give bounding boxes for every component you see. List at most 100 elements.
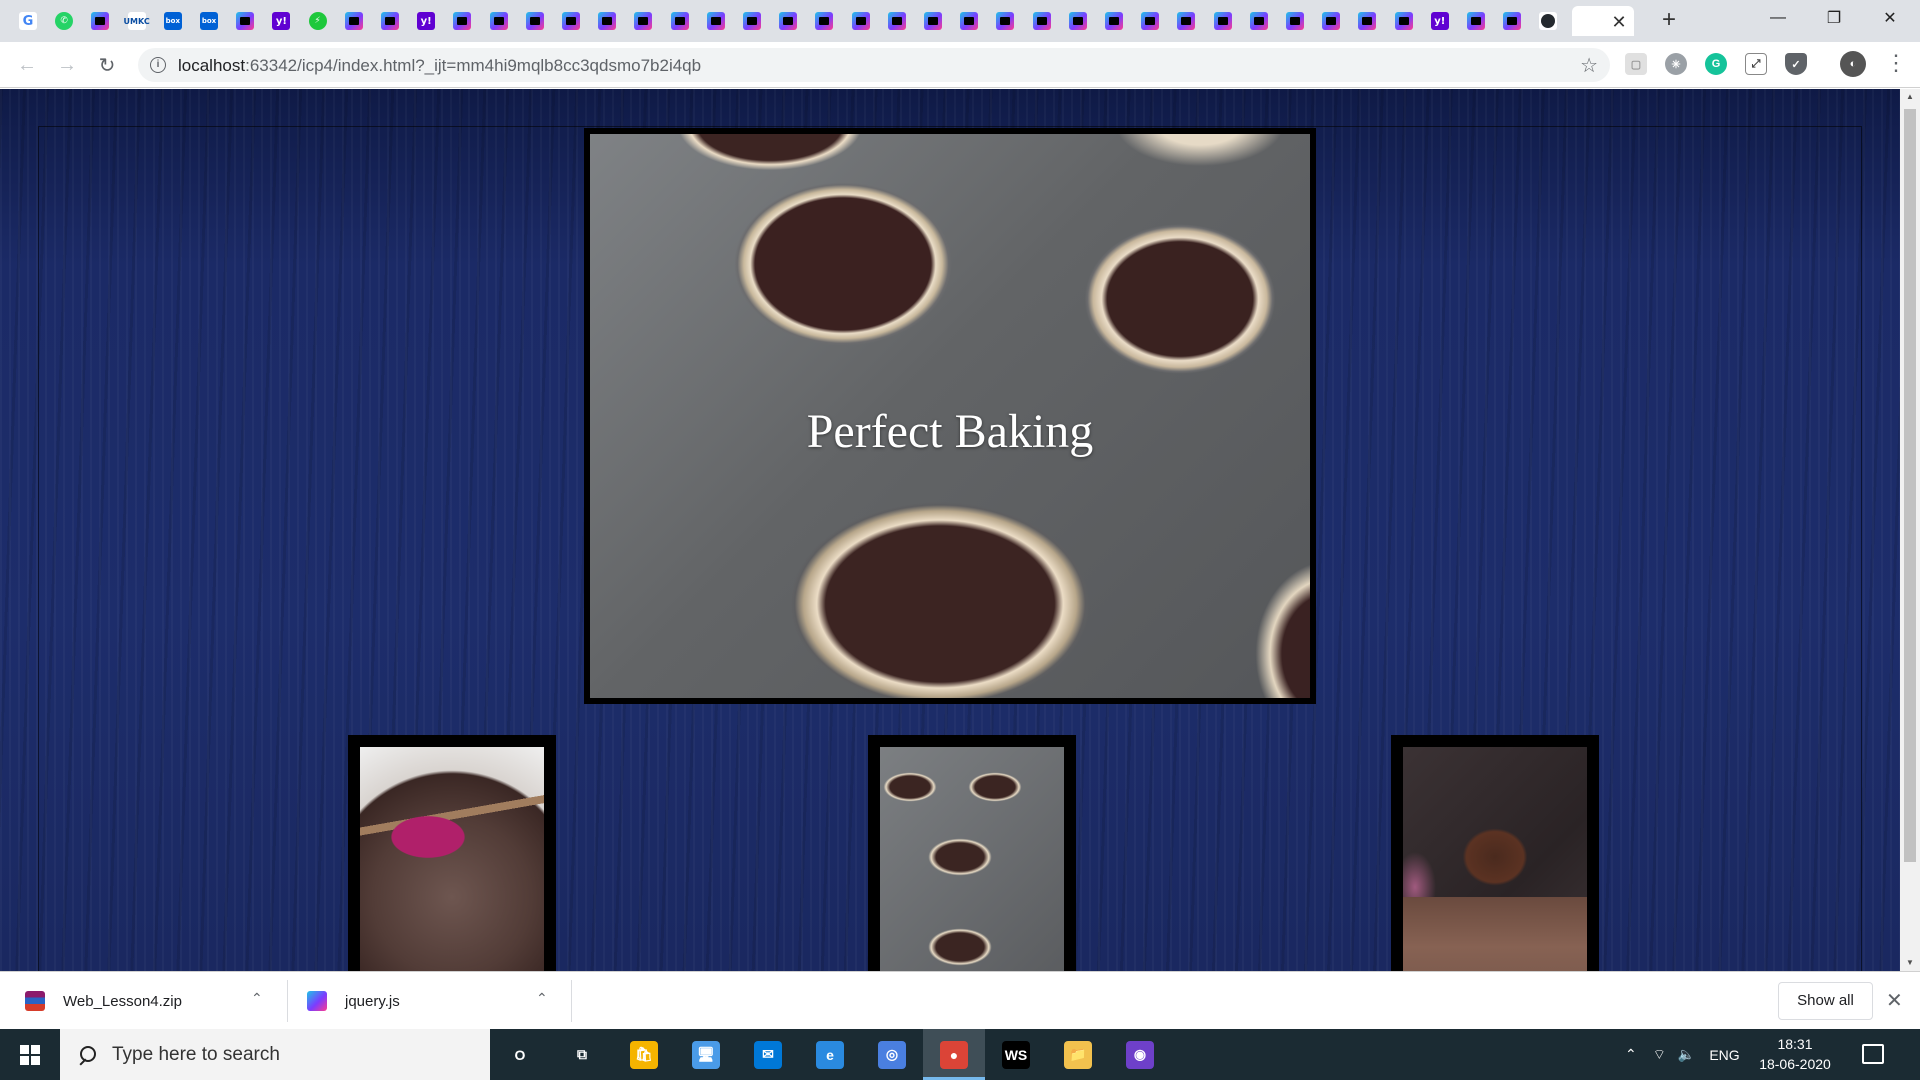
restore-button[interactable]: ❐	[1806, 0, 1862, 36]
webstorm-icon	[1177, 12, 1196, 30]
browser-tab[interactable]: ⚡	[303, 6, 333, 36]
taskbar-app[interactable]: ✉	[737, 1029, 799, 1080]
browser-tab[interactable]	[1063, 6, 1093, 36]
scroll-down-icon[interactable]: ▼	[1900, 955, 1920, 971]
box-icon: box	[163, 12, 182, 30]
browser-tab[interactable]: box	[194, 6, 224, 36]
forward-button[interactable]: →	[52, 50, 82, 80]
show-all-button[interactable]: Show all	[1778, 982, 1873, 1020]
scroll-thumb[interactable]	[1904, 109, 1916, 862]
pocket-icon[interactable]: ▢	[1625, 53, 1647, 75]
scroll-up-icon[interactable]: ▲	[1900, 89, 1920, 105]
action-center-icon[interactable]	[1862, 1044, 1884, 1064]
browser-tab[interactable]	[1099, 6, 1129, 36]
browser-tab[interactable]	[1280, 6, 1310, 36]
browser-tab[interactable]	[918, 6, 948, 36]
browser-tab[interactable]	[556, 6, 586, 36]
bookmark-star-icon[interactable]: ☆	[1580, 53, 1598, 78]
close-tab-icon[interactable]: ✕	[1607, 10, 1631, 34]
thumbnail-cupcake-tin[interactable]	[868, 735, 1076, 971]
browser-tab[interactable]	[846, 6, 876, 36]
taskbar-app[interactable]: 📁	[1047, 1029, 1109, 1080]
browser-tab[interactable]	[628, 6, 658, 36]
close-window-button[interactable]: ✕	[1862, 0, 1918, 36]
browser-menu-icon[interactable]: ⋮	[1885, 50, 1907, 76]
taskbar-app[interactable]: O	[489, 1029, 551, 1080]
browser-tab[interactable]: G	[13, 6, 43, 36]
browser-tab[interactable]	[1171, 6, 1201, 36]
browser-tab[interactable]	[1244, 6, 1274, 36]
browser-tab[interactable]	[230, 6, 260, 36]
taskbar-app[interactable]: ⧉	[551, 1029, 613, 1080]
browser-tab[interactable]	[1389, 6, 1419, 36]
new-tab-button[interactable]: +	[1655, 6, 1683, 34]
extension-icon[interactable]: ✳	[1665, 53, 1687, 75]
browser-tab[interactable]	[520, 6, 550, 36]
webstorm-icon	[1394, 12, 1413, 30]
browser-tab[interactable]	[737, 6, 767, 36]
browser-tab[interactable]	[1461, 6, 1491, 36]
reload-button[interactable]: ↻	[92, 50, 122, 80]
close-shelf-icon[interactable]: ✕	[1886, 988, 1903, 1013]
taskbar-app[interactable]: 🖥	[675, 1029, 737, 1080]
browser-tab[interactable]	[375, 6, 405, 36]
browser-tab[interactable]	[447, 6, 477, 36]
profile-avatar[interactable]: ◐	[1840, 51, 1866, 77]
taskbar-app[interactable]: ◉	[1109, 1029, 1171, 1080]
browser-tab[interactable]	[990, 6, 1020, 36]
browser-tab[interactable]: y!	[266, 6, 296, 36]
thumbnail-batter[interactable]	[348, 735, 556, 971]
taskbar-app[interactable]: WS	[985, 1029, 1047, 1080]
browser-tab[interactable]	[1533, 6, 1563, 36]
taskbar-app[interactable]: ●	[923, 1029, 985, 1080]
taskbar-app[interactable]: e	[799, 1029, 861, 1080]
page-scrollbar[interactable]: ▲ ▼	[1900, 89, 1920, 971]
address-bar[interactable]: i localhost:63342/icp4/index.html?_ijt=m…	[138, 48, 1610, 82]
browser-tab[interactable]	[85, 6, 115, 36]
volume-icon[interactable]: 🔈	[1678, 1046, 1695, 1063]
shield-icon[interactable]: ✓	[1785, 53, 1807, 75]
minimize-button[interactable]: —	[1750, 0, 1806, 36]
back-button[interactable]: ←	[12, 50, 42, 80]
tray-overflow-chevron-icon[interactable]: ⌃	[1625, 1046, 1637, 1063]
input-language[interactable]: ENG	[1709, 1047, 1739, 1063]
browser-tab[interactable]	[954, 6, 984, 36]
browser-tab[interactable]: y!	[1425, 6, 1455, 36]
browser-tab[interactable]	[1497, 6, 1527, 36]
browser-tab[interactable]	[1352, 6, 1382, 36]
browser-tab[interactable]: box	[158, 6, 188, 36]
download-item[interactable]: Web_Lesson4.zip	[25, 972, 182, 1030]
taskbar-search[interactable]: Type here to search	[60, 1029, 490, 1080]
browser-tab[interactable]	[882, 6, 912, 36]
browser-tab[interactable]: UMKC	[122, 6, 152, 36]
url-text[interactable]: localhost:63342/icp4/index.html?_ijt=mm4…	[178, 56, 701, 76]
browser-tab[interactable]: ✆	[49, 6, 79, 36]
download-options-chevron-icon[interactable]: ⌃	[251, 990, 263, 1007]
browser-tab[interactable]	[1316, 6, 1346, 36]
grammarly-icon[interactable]: G	[1705, 53, 1727, 75]
screenshot-icon[interactable]: ⤢	[1745, 53, 1767, 75]
browser-tab[interactable]	[1208, 6, 1238, 36]
taskbar-app[interactable]: 🛍	[613, 1029, 675, 1080]
browser-tab[interactable]	[665, 6, 695, 36]
start-button[interactable]	[0, 1029, 60, 1080]
browser-tab[interactable]	[484, 6, 514, 36]
browser-tab[interactable]	[1135, 6, 1165, 36]
thumbnail-frosted-cupcake[interactable]	[1391, 735, 1599, 971]
browser-tab[interactable]	[701, 6, 731, 36]
browser-tab[interactable]	[592, 6, 622, 36]
yahoo-icon: y!	[272, 12, 291, 30]
download-item[interactable]: jquery.js	[307, 972, 400, 1030]
network-icon[interactable]: ⌔	[1653, 1046, 1666, 1064]
browser-tab[interactable]	[1027, 6, 1057, 36]
store-icon: 🛍	[630, 1040, 658, 1069]
browser-tab[interactable]: y!	[411, 6, 441, 36]
browser-tab[interactable]	[809, 6, 839, 36]
site-info-icon[interactable]: i	[150, 57, 166, 73]
browser-tab[interactable]	[339, 6, 369, 36]
browser-tab[interactable]	[773, 6, 803, 36]
taskbar-clock[interactable]: 18:31 18-06-2020	[1750, 1034, 1840, 1074]
download-options-chevron-icon[interactable]: ⌃	[536, 990, 548, 1007]
taskbar-app[interactable]: ◎	[861, 1029, 923, 1080]
file-explorer-icon: 📁	[1064, 1040, 1092, 1069]
